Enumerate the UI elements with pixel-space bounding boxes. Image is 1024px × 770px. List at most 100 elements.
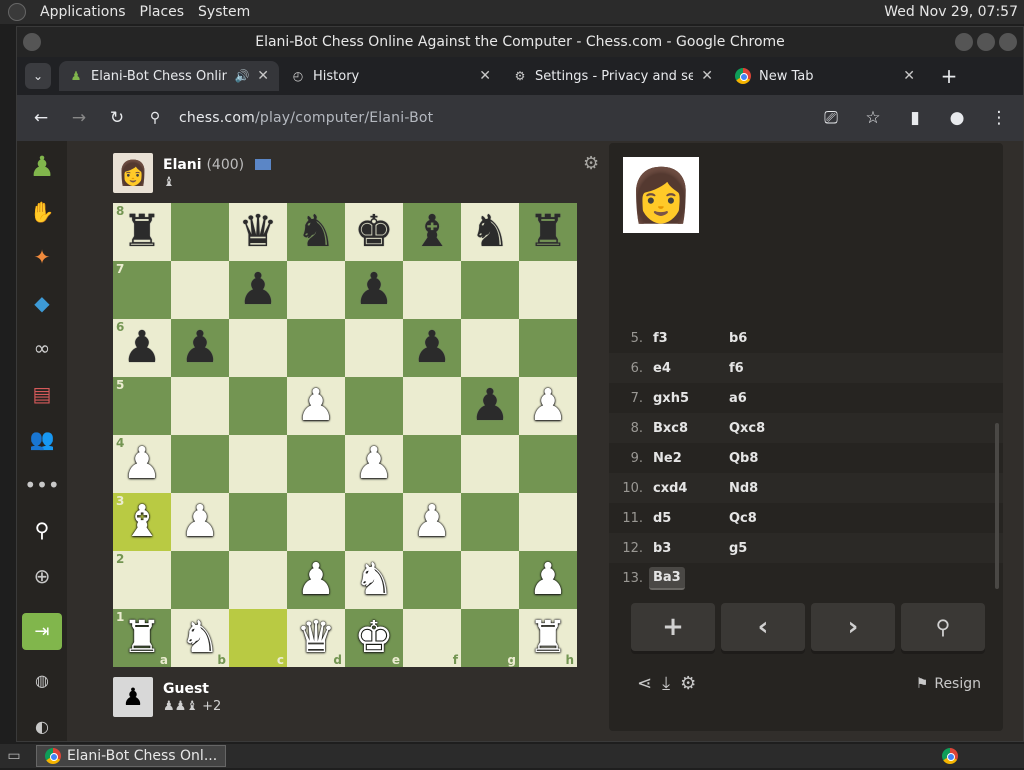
square-c5[interactable] [229,377,287,435]
square-g7[interactable] [461,261,519,319]
black-knight-icon[interactable]: ♞ [296,210,335,254]
square-f5[interactable] [403,377,461,435]
forward-icon[interactable]: → [65,104,93,132]
square-c1[interactable]: c [229,609,287,667]
search-icon[interactable]: ⚲ [27,516,57,546]
play-icon[interactable]: ✋ [27,197,57,227]
square-c7[interactable]: ♟ [229,261,287,319]
square-g2[interactable] [461,551,519,609]
black-pawn-icon[interactable]: ♟ [354,268,393,312]
black-king-icon[interactable]: ♚ [354,210,393,254]
install-app-icon[interactable]: ⎚ [817,104,845,132]
square-g4[interactable] [461,435,519,493]
reload-icon[interactable]: ↻ [103,104,131,132]
white-knight-icon[interactable]: ♞ [354,558,393,602]
square-h7[interactable] [519,261,577,319]
language-icon[interactable]: ◍ [27,666,57,696]
square-b4[interactable] [171,435,229,493]
square-a5[interactable]: 5 [113,377,171,435]
square-e7[interactable]: ♟ [345,261,403,319]
square-d4[interactable] [287,435,345,493]
white-move[interactable]: e4 [649,361,729,376]
square-g6[interactable] [461,319,519,377]
board-settings-icon[interactable]: ⚙ [583,153,599,174]
square-e2[interactable]: ♞ [345,551,403,609]
menu-system[interactable]: System [198,4,250,20]
square-e4[interactable]: ♟ [345,435,403,493]
tab-settings[interactable]: ⚙ Settings - Privacy and security ✕ [503,61,723,91]
move-list-scrollbar[interactable] [995,423,999,589]
square-f1[interactable]: f [403,609,461,667]
square-a2[interactable]: 2 [113,551,171,609]
black-move[interactable]: Qb8 [729,451,809,466]
black-move[interactable]: g5 [729,541,809,556]
square-h3[interactable] [519,493,577,551]
black-move[interactable]: Qxc8 [729,421,809,436]
white-move[interactable]: b3 [649,541,729,556]
square-b6[interactable]: ♟ [171,319,229,377]
white-pawn-icon[interactable]: ♟ [296,558,335,602]
opponent-name[interactable]: Elani [163,157,202,173]
white-rook-icon[interactable]: ♜ [122,616,161,660]
square-a3[interactable]: 3 ♝ [113,493,171,551]
square-h5[interactable]: ♟ [519,377,577,435]
chesscom-logo-icon[interactable]: ♟ [27,150,57,183]
white-move[interactable]: Ba3 [649,566,685,590]
square-a7[interactable]: 7 [113,261,171,319]
show-desktop-icon[interactable]: ▭ [0,742,28,770]
learn-icon[interactable]: ◆ [27,288,57,318]
square-a4[interactable]: 4 ♟ [113,435,171,493]
white-pawn-icon[interactable]: ♟ [354,442,393,486]
square-f8[interactable]: ♝ [403,203,461,261]
news-icon[interactable]: ▤ [27,379,57,409]
square-f7[interactable] [403,261,461,319]
white-move[interactable]: gxh5 [649,391,729,406]
square-c3[interactable] [229,493,287,551]
white-move[interactable]: d5 [649,511,729,526]
login-button[interactable]: ⇥ [22,612,62,651]
square-d2[interactable]: ♟ [287,551,345,609]
close-window-icon[interactable] [999,33,1017,51]
white-pawn-icon[interactable]: ♟ [528,384,567,428]
previous-move-button[interactable]: ‹ [721,603,805,651]
os-logo-icon[interactable] [8,3,26,21]
tab-new-tab[interactable]: New Tab ✕ [725,61,925,91]
square-c8[interactable]: ♛ [229,203,287,261]
share-icon[interactable]: ⋖ [637,673,652,694]
square-d6[interactable] [287,319,345,377]
side-panel-icon[interactable]: ▮ [901,104,929,132]
tab-elani-bot[interactable]: ♟ Elani-Bot Chess Online 🔊 ✕ [59,61,279,91]
next-move-button[interactable]: › [811,603,895,651]
square-b7[interactable] [171,261,229,319]
close-tab-icon[interactable]: ✕ [257,68,269,84]
white-pawn-icon[interactable]: ♟ [122,442,161,486]
black-pawn-icon[interactable]: ♟ [122,326,161,370]
square-h6[interactable] [519,319,577,377]
white-move[interactable]: f3 [649,331,729,346]
black-pawn-icon[interactable]: ♟ [470,384,509,428]
square-g5[interactable]: ♟ [461,377,519,435]
kebab-menu-icon[interactable]: ⋮ [985,104,1013,132]
tab-history[interactable]: ◴ History ✕ [281,61,501,91]
watch-icon[interactable]: ∞ [27,334,57,364]
taskbar-window-button[interactable]: Elani-Bot Chess Onl... [36,745,227,767]
square-b8[interactable] [171,203,229,261]
square-b1[interactable]: b ♞ [171,609,229,667]
white-rook-icon[interactable]: ♜ [528,616,567,660]
square-b2[interactable] [171,551,229,609]
black-knight-icon[interactable]: ♞ [470,210,509,254]
black-rook-icon[interactable]: ♜ [122,210,161,254]
square-f2[interactable] [403,551,461,609]
square-c4[interactable] [229,435,287,493]
menu-applications[interactable]: Applications [40,4,126,20]
hint-button[interactable]: + [631,603,715,651]
square-e8[interactable]: ♚ [345,203,403,261]
square-e1[interactable]: e ♚ [345,609,403,667]
square-d1[interactable]: d ♛ [287,609,345,667]
signup-icon[interactable]: ⊕ [27,561,57,591]
resign-button[interactable]: ⚑ Resign [916,676,981,692]
black-pawn-icon[interactable]: ♟ [238,268,277,312]
window-menu-icon[interactable] [23,33,41,51]
tab-search-button[interactable]: ⌄ [25,63,51,89]
black-pawn-icon[interactable]: ♟ [180,326,219,370]
